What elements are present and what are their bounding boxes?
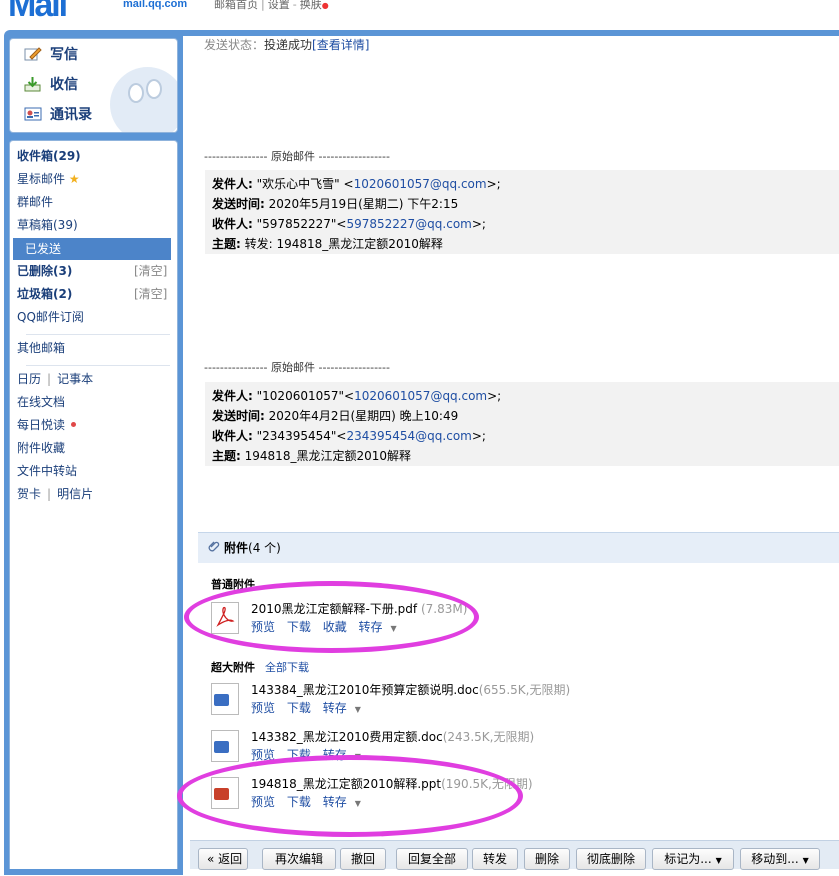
sender-email-link[interactable]: 1020601057@qq.com: [354, 177, 487, 191]
sidebar-item-drafts[interactable]: 草稿箱(39): [17, 215, 78, 235]
original-mail-separator: ---------------- 原始邮件 ------------------: [204, 150, 390, 163]
unread-dot-icon: [71, 422, 77, 427]
sidebar-item-group[interactable]: 群邮件: [17, 192, 53, 212]
doc-file-icon: [211, 730, 239, 762]
doc-file-icon: [211, 683, 239, 715]
forward-button[interactable]: 转发: [472, 848, 518, 870]
send-status: 发送状态：投递成功[查看详情]: [204, 38, 370, 52]
new-dot-icon: ●: [321, 1, 329, 10]
reedit-button[interactable]: 再次编辑: [262, 848, 336, 870]
mail-view: 发送状态：投递成功[查看详情] ---------------- 原始邮件 --…: [183, 36, 839, 876]
sidebar-item-other-mailboxes[interactable]: 其他邮箱: [17, 338, 65, 358]
sidebar-item-subscription[interactable]: QQ邮件订阅: [17, 307, 84, 327]
top-bar: Mail mail.qq.com 邮箱首页 | 设置 - 换肤●: [0, 0, 839, 30]
receive-button[interactable]: 收信: [24, 73, 78, 95]
qq-mail-logo[interactable]: Mail: [8, 0, 68, 25]
sidebar-item-cards: 贺卡 | 明信片: [17, 487, 94, 501]
sidebar-item-daily[interactable]: 每日悦读: [17, 415, 77, 435]
quoted-header-2: 发件人: "1020601057"<1020601057@qq.com>; 发送…: [205, 382, 839, 466]
sidebar-item-calendar-notes: 日历 | 记事本: [17, 372, 94, 386]
sender-email-link[interactable]: 1020601057@qq.com: [354, 389, 487, 403]
skin-link[interactable]: 换肤: [300, 0, 322, 11]
recipient-email-link[interactable]: 597852227@qq.com: [346, 217, 471, 231]
original-mail-separator: ---------------- 原始邮件 ------------------: [204, 361, 390, 374]
attachments-header: 附件(4 个): [198, 532, 839, 563]
home-link[interactable]: 邮箱首页: [214, 0, 258, 11]
qq-penguin-illustration: [110, 67, 177, 132]
save-to-dropdown[interactable]: 转存 ▼: [323, 701, 369, 715]
highlight-ellipse: [184, 581, 479, 653]
pencil-icon: [24, 46, 42, 62]
mail-toolbar: « 返回 再次编辑 撤回 回复全部 转发 删除 彻底删除 标记为... ▼ 移动到…: [190, 840, 839, 870]
mark-as-dropdown[interactable]: 标记为... ▼: [652, 848, 734, 870]
logo-url: mail.qq.com: [123, 0, 188, 10]
inbox-download-icon: [24, 76, 42, 92]
recall-button[interactable]: 撤回: [340, 848, 386, 870]
attachment-name[interactable]: 143384_黑龙江2010年预算定额说明.doc: [251, 683, 479, 697]
sidebar-item-spam[interactable]: 垃圾箱(2): [17, 284, 72, 304]
sidebar-item-docs[interactable]: 在线文档: [17, 392, 65, 412]
paperclip-icon: [208, 533, 220, 563]
quoted-header-1: 发件人: "欢乐心中飞雪" <1020601057@qq.com>; 发送时间:…: [205, 170, 839, 254]
quick-actions-panel: 写信 收信 通讯录: [9, 38, 178, 133]
calendar-link[interactable]: 日历: [17, 372, 41, 386]
download-all-link[interactable]: 全部下载: [265, 661, 309, 674]
attachment-name[interactable]: 143382_黑龙江2010费用定额.doc: [251, 730, 443, 744]
star-icon: ★: [68, 172, 80, 186]
sidebar-item-inbox[interactable]: 收件箱(29): [17, 146, 81, 166]
sidebar-item-attachment-collection[interactable]: 附件收藏: [17, 438, 65, 458]
sidebar-item-sent[interactable]: 已发送: [13, 238, 171, 260]
preview-link[interactable]: 预览: [251, 701, 275, 715]
delete-button[interactable]: 删除: [524, 848, 570, 870]
sidebar-item-starred[interactable]: 星标邮件 ★: [17, 169, 80, 189]
postcards-link[interactable]: 明信片: [57, 487, 93, 501]
clear-deleted-link[interactable]: [清空]: [134, 261, 167, 281]
status-details-link[interactable]: [查看详情]: [312, 38, 369, 52]
contacts-card-icon: [24, 106, 42, 122]
contacts-button[interactable]: 通讯录: [24, 103, 92, 125]
reply-all-button[interactable]: 回复全部: [396, 848, 468, 870]
large-attachments-title: 超大附件 全部下载: [211, 661, 309, 674]
back-button[interactable]: « 返回: [198, 848, 248, 870]
chevron-down-icon: ▼: [802, 856, 809, 865]
cards-link[interactable]: 贺卡: [17, 487, 41, 501]
download-link[interactable]: 下载: [287, 701, 311, 715]
chevron-down-icon: ▼: [715, 856, 722, 865]
sidebar-item-file-transfer[interactable]: 文件中转站: [17, 461, 77, 481]
move-to-dropdown[interactable]: 移动到... ▼: [740, 848, 820, 870]
settings-link[interactable]: 设置: [268, 0, 290, 11]
highlight-ellipse: [177, 755, 523, 837]
nav-divider: [26, 365, 170, 366]
compose-button[interactable]: 写信: [24, 43, 78, 65]
recipient-email-link[interactable]: 234395454@qq.com: [346, 429, 471, 443]
notes-link[interactable]: 记事本: [57, 372, 93, 386]
chevron-down-icon: ▼: [354, 705, 361, 714]
top-links: 邮箱首页 | 设置 - 换肤●: [214, 0, 329, 11]
clear-spam-link[interactable]: [清空]: [134, 284, 167, 304]
permanent-delete-button[interactable]: 彻底删除: [576, 848, 646, 870]
sidebar-item-deleted[interactable]: 已删除(3): [17, 261, 72, 281]
nav-divider: [26, 334, 170, 335]
